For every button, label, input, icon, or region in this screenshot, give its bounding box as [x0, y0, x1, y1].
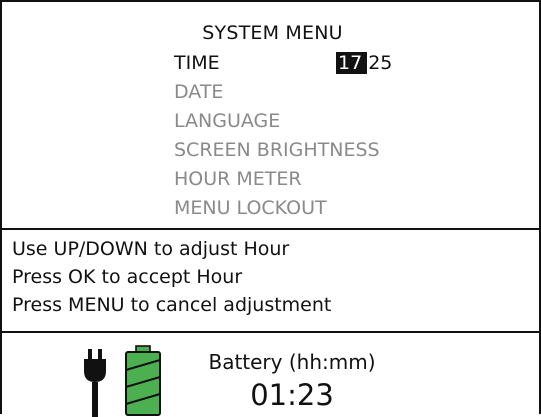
menu-title: SYSTEM MENU: [202, 22, 343, 44]
menu-item-menu-lockout[interactable]: MENU LOCKOUT: [174, 197, 327, 219]
divider: [2, 331, 541, 333]
menu-item-time[interactable]: TIME: [174, 52, 220, 74]
help-line-ok: Press OK to accept Hour: [12, 266, 243, 288]
menu-item-screen-brightness[interactable]: SCREEN BRIGHTNESS: [174, 139, 380, 161]
divider: [2, 228, 541, 230]
power-plug-icon: [84, 349, 106, 417]
minute-field[interactable]: 25: [368, 52, 392, 74]
menu-item-hour-meter[interactable]: HOUR METER: [174, 168, 302, 190]
battery-time: 01:23: [250, 378, 334, 412]
menu-item-date[interactable]: DATE: [174, 81, 223, 103]
menu-item-language[interactable]: LANGUAGE: [174, 110, 280, 132]
hour-field-selected[interactable]: 17: [336, 52, 368, 74]
help-line-up-down: Use UP/DOWN to adjust Hour: [12, 238, 290, 260]
battery-label: Battery (hh:mm): [208, 350, 376, 374]
battery-icon: [125, 345, 161, 416]
time-value: 17 25: [336, 52, 392, 74]
device-screen: SYSTEM MENU TIME 17 25 DATE LANGUAGE SCRE…: [0, 0, 541, 417]
help-line-menu: Press MENU to cancel adjustment: [12, 294, 332, 316]
